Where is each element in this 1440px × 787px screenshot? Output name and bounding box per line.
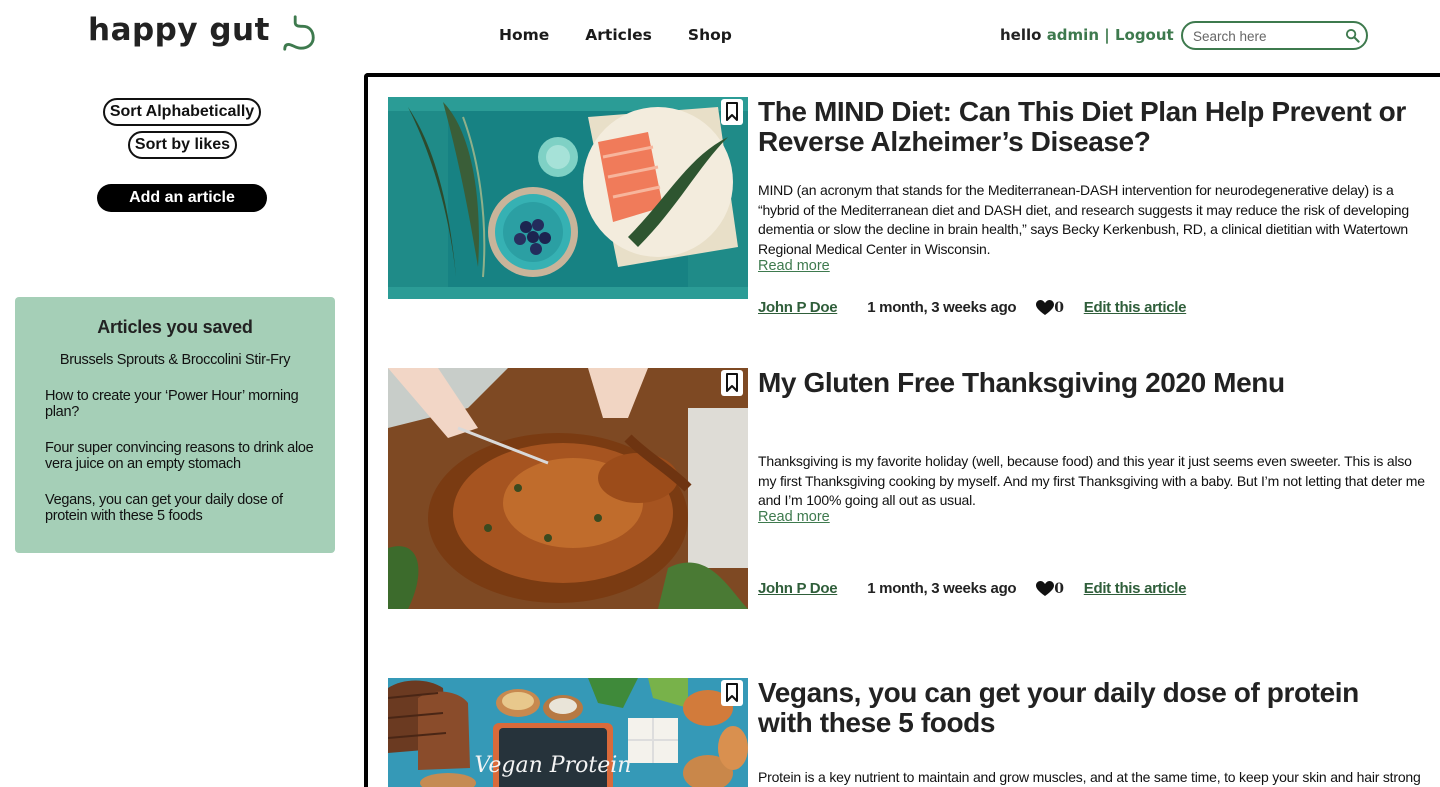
nav-articles[interactable]: Articles <box>585 26 652 44</box>
search-icon[interactable] <box>1345 28 1360 43</box>
article-title[interactable]: My Gluten Free Thanksgiving 2020 Menu <box>758 368 1418 398</box>
edit-article-link[interactable]: Edit this article <box>1084 580 1187 597</box>
article-date: 1 month, 3 weeks ago <box>867 580 1017 597</box>
like-count: 0 <box>1054 580 1064 597</box>
saved-article-link[interactable]: Brussels Sprouts & Broccolini Stir-Fry <box>35 352 315 368</box>
article-description: Thanksgiving is my favorite holiday (wel… <box>758 453 1425 508</box>
article-title[interactable]: Vegans, you can get your daily dose of p… <box>758 678 1418 738</box>
image-chalk-text: Vegan Protein <box>475 753 632 778</box>
search-input[interactable] <box>1193 27 1343 45</box>
article-meta: John P Doe 1 month, 3 weeks ago 0 Edit t… <box>758 299 1186 316</box>
article-image-thanksgiving[interactable] <box>388 368 748 609</box>
like-counter: 0 <box>1036 299 1064 316</box>
main-nav: Home Articles Shop <box>499 26 768 44</box>
articles-list: The MIND Diet: Can This Diet Plan Help P… <box>364 73 1440 787</box>
nav-shop[interactable]: Shop <box>688 26 732 44</box>
read-more-link[interactable]: Read more <box>758 509 830 525</box>
article-description: MIND (an acronym that stands for the Med… <box>758 182 1409 257</box>
article-date: 1 month, 3 weeks ago <box>867 299 1017 316</box>
nav-home[interactable]: Home <box>499 26 549 44</box>
user-greeting: hello <box>1000 26 1042 44</box>
saved-article-link[interactable]: Four super convincing reasons to drink a… <box>45 440 315 472</box>
article-meta: John P Doe 1 month, 3 weeks ago 0 Edit t… <box>758 580 1186 597</box>
saved-articles-panel: Articles you saved Brussels Sprouts & Br… <box>15 297 335 553</box>
bookmark-icon[interactable] <box>721 370 743 396</box>
search-box <box>1181 21 1368 50</box>
article-image-vegan-protein[interactable]: Vegan Protein <box>388 678 748 787</box>
read-more-link[interactable]: Read more <box>758 258 830 274</box>
heart-icon[interactable] <box>1036 580 1055 597</box>
add-article-button[interactable]: Add an article <box>97 184 267 212</box>
article-title[interactable]: The MIND Diet: Can This Diet Plan Help P… <box>758 97 1418 157</box>
saved-article-link[interactable]: How to create your ‘Power Hour’ morning … <box>45 388 315 420</box>
user-area: hello admin | Logout <box>1000 26 1174 44</box>
like-counter: 0 <box>1036 580 1064 597</box>
author-link[interactable]: John P Doe <box>758 580 838 597</box>
user-separator: | <box>1104 26 1110 44</box>
stomach-icon <box>283 15 315 51</box>
article-description: Protein is a key nutrient to maintain an… <box>758 769 1421 785</box>
saved-articles-title: Articles you saved <box>97 317 253 337</box>
sort-alphabetically-button[interactable]: Sort Alphabetically <box>103 98 261 126</box>
logo[interactable]: happy gut <box>88 12 270 48</box>
header: happy gut Home Articles Shop hello admin… <box>0 0 1440 72</box>
author-link[interactable]: John P Doe <box>758 299 838 316</box>
username: admin <box>1046 26 1099 44</box>
heart-icon[interactable] <box>1036 299 1055 316</box>
bookmark-icon[interactable] <box>721 680 743 706</box>
edit-article-link[interactable]: Edit this article <box>1084 299 1187 316</box>
logout-link[interactable]: Logout <box>1115 26 1174 44</box>
sort-by-likes-button[interactable]: Sort by likes <box>128 131 237 159</box>
bookmark-icon[interactable] <box>721 99 743 125</box>
like-count: 0 <box>1054 299 1064 316</box>
article-image-mind-diet[interactable] <box>388 97 748 299</box>
saved-article-link[interactable]: Vegans, you can get your daily dose of p… <box>45 492 315 524</box>
